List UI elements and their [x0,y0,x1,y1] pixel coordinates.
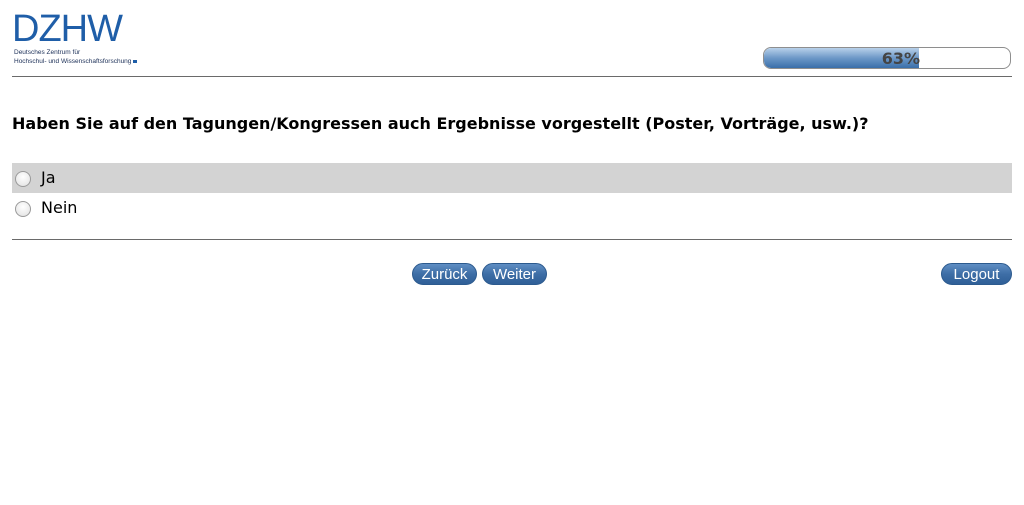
answer-option-nein[interactable]: Nein [12,193,1012,223]
logo-subtitle: Deutsches Zentrum für Hochschul- und Wis… [14,48,138,66]
logo-subtitle-line2-wrap: Hochschul- und Wissenschaftsforschung [14,57,138,66]
back-button[interactable]: Zurück [412,263,477,285]
logo-dot-icon [133,60,138,63]
answer-label-nein[interactable]: Nein [41,198,77,218]
answer-option-ja[interactable]: Ja [12,163,1012,193]
header-divider [12,76,1012,77]
radio-ja[interactable] [15,171,31,187]
logo-wordmark: DZHW [12,8,123,50]
logout-button[interactable]: Logout [941,263,1012,285]
answer-label-ja[interactable]: Ja [41,168,56,188]
logo-subtitle-line1: Deutsches Zentrum für [14,49,81,56]
radio-nein[interactable] [15,201,31,217]
progress-label: 63% [881,49,920,68]
progress-bar: 63% [763,47,1011,69]
logo-subtitle-line2: Hochschul- und Wissenschaftsforschung [14,58,132,65]
dzhw-logo: DZHW Deutsches Zentrum für Hochschul- un… [12,10,147,66]
question-text: Haben Sie auf den Tagungen/Kongressen au… [12,114,869,133]
next-button[interactable]: Weiter [482,263,547,285]
footer-divider [12,239,1012,240]
